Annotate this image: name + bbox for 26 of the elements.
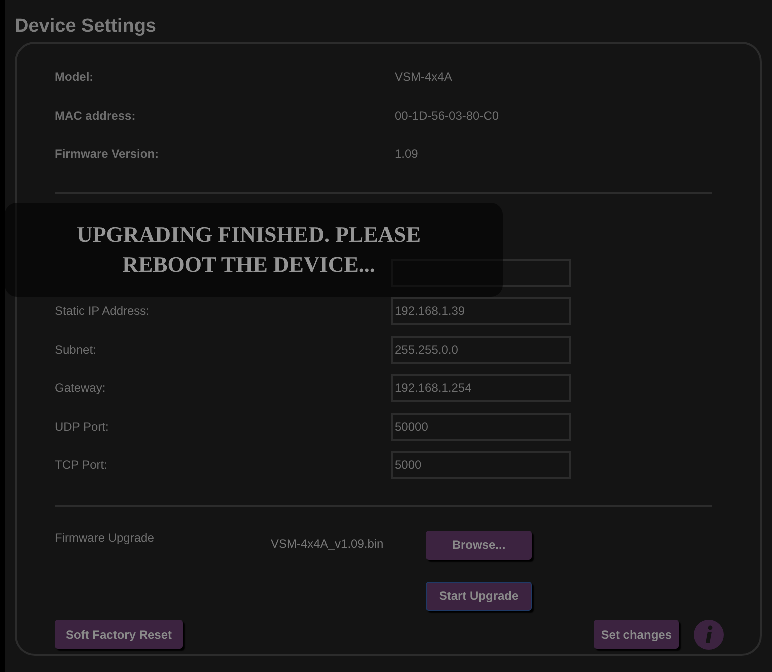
factory-reset-button[interactable]: Soft Factory Reset xyxy=(55,620,184,649)
input-field[interactable]: 50000 xyxy=(391,412,571,441)
field-label: Model: xyxy=(55,70,95,84)
input-field[interactable]: 5000 xyxy=(391,451,571,480)
page-title: Device Settings xyxy=(15,16,158,39)
field-value: 00-1D-56-03-80-C0 xyxy=(395,108,500,123)
field-label: Static IP Address: xyxy=(55,304,150,318)
info-icon[interactable] xyxy=(694,620,724,650)
browse-button[interactable]: Browse... xyxy=(426,530,532,560)
field-value: 1.09 xyxy=(395,147,418,162)
notification-message: UPGRADING FINISHED. PLEASE REBOOT THE DEVICE... xyxy=(76,221,422,279)
start-upgrade-button[interactable]: Start Upgrade xyxy=(426,582,532,610)
field-label: Firmware Version: xyxy=(55,147,160,162)
input-field[interactable]: 192.168.1.39 xyxy=(391,297,571,326)
field-label: Firmware Upgrade xyxy=(55,530,156,544)
field-label: TCP Port: xyxy=(55,458,108,472)
set-changes-button[interactable]: Set changes xyxy=(594,620,679,649)
field-value: VSM-4x4A xyxy=(395,70,452,84)
input-field[interactable] xyxy=(391,258,571,287)
field-label: UDP Port: xyxy=(55,420,110,434)
input-field[interactable]: 255.255.0.0 xyxy=(391,336,571,364)
input-field[interactable]: 192.168.1.254 xyxy=(391,374,571,402)
field-label: MAC address: xyxy=(55,108,137,123)
field-label: Subnet: xyxy=(55,342,98,357)
field-label: Gateway: xyxy=(55,381,107,396)
file-name: VSM-4x4A_v1.09.bin xyxy=(271,536,385,550)
